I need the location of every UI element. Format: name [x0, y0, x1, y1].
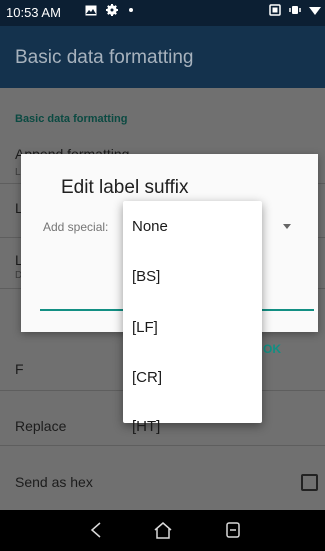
status-time: 10:53 AM [6, 5, 61, 20]
setting-f[interactable]: F [15, 361, 24, 377]
status-bar: 10:53 AM [0, 0, 325, 26]
dropdown-option-bs[interactable]: [BS] [132, 268, 160, 285]
cast-icon [289, 6, 301, 14]
dot-notification-icon [129, 8, 133, 12]
add-special-label: Add special: [43, 220, 109, 234]
navigation-bar [0, 510, 325, 551]
vibrate-icon [269, 4, 281, 16]
dropdown-option-cr[interactable]: [CR] [132, 369, 162, 386]
special-char-dropdown: None [BS] [LF] [CR] [HT] [123, 201, 262, 435]
spinner-arrow-icon[interactable] [283, 224, 291, 229]
dropdown-option-ht[interactable]: [HT] [132, 418, 160, 435]
settings-notification-icon [106, 4, 118, 16]
send-as-hex-checkbox[interactable] [301, 474, 318, 491]
setting-replace[interactable]: Replace [15, 418, 66, 434]
dropdown-option-none[interactable]: None [132, 218, 168, 235]
recents-icon[interactable] [226, 522, 240, 538]
image-notification-icon [85, 5, 97, 15]
app-bar: Basic data formatting [0, 26, 325, 88]
back-icon[interactable] [90, 522, 102, 538]
home-icon[interactable] [153, 521, 173, 539]
dialog-title: Edit label suffix [61, 177, 189, 198]
wifi-icon [309, 7, 321, 15]
dropdown-option-lf[interactable]: [LF] [132, 319, 158, 336]
setting-append-formatting-summary: L [15, 167, 21, 178]
ok-button[interactable]: OK [263, 342, 281, 356]
setting-send-as-hex[interactable]: Send as hex [15, 474, 93, 490]
divider [0, 445, 325, 446]
section-header: Basic data formatting [15, 113, 128, 125]
page-title: Basic data formatting [15, 47, 194, 68]
